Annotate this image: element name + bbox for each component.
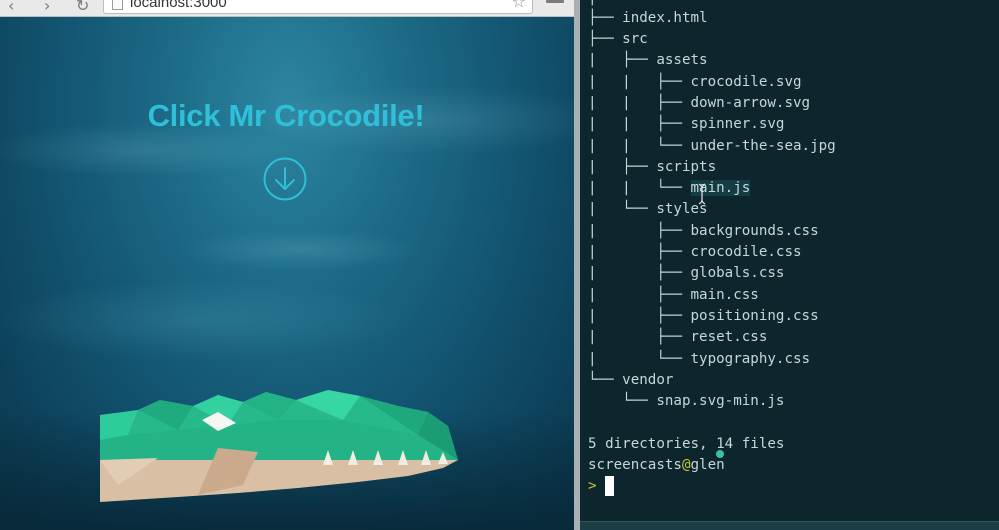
tree-line: | ├── scripts: [588, 159, 717, 175]
address-bar[interactable]: localhost:3000 ☆: [103, 0, 533, 14]
tree-line: ├── index.html: [588, 10, 708, 26]
address-bar-text[interactable]: localhost:3000: [130, 0, 227, 11]
tree-line: | ├── main.css: [588, 287, 759, 303]
bookmark-star-icon[interactable]: ☆: [512, 0, 526, 11]
tree-line: | └── styles: [588, 201, 708, 217]
tree-line: | ├── positioning.css: [588, 308, 819, 324]
tree-line: | | ├── down-arrow.svg: [588, 95, 811, 111]
prompt-symbol: >: [588, 478, 597, 494]
reload-icon[interactable]: ↻: [76, 0, 89, 15]
tree-line: | └── typography.css: [588, 351, 811, 367]
tree-line: | ├── reset.css: [588, 329, 768, 345]
tree-line: | ├── backgrounds.css: [588, 223, 819, 239]
tree-line: | ├── crocodile.css: [588, 244, 802, 260]
tree-line: ├── src: [588, 31, 648, 47]
page-icon: [112, 0, 123, 10]
back-arrow-icon[interactable]: ‹: [8, 0, 14, 15]
ibeam-cursor-icon: [698, 183, 706, 205]
browser-toolbar: ‹ › ↻ localhost:3000 ☆: [0, 0, 576, 17]
down-arrow-icon[interactable]: [263, 157, 307, 201]
tree-summary: 5 directories, 14 files: [588, 436, 785, 452]
page-headline: Click Mr Crocodile!: [147, 98, 425, 133]
tree-line: | | └── under-the-sea.jpg: [588, 138, 836, 154]
terminal-status-strip: [580, 521, 999, 530]
command-prompt[interactable]: >: [588, 476, 614, 497]
forward-arrow-icon[interactable]: ›: [44, 0, 50, 15]
tree-line: └── vendor: [588, 372, 674, 388]
tree-line: | | ├── spinner.svg: [588, 116, 785, 132]
tree-line: └── snap.svg-min.js: [588, 393, 785, 409]
browser-viewport: ‹ › ↻ localhost:3000 ☆ Click Mr Crocodil…: [0, 0, 576, 530]
terminal-window[interactable]: | ├── index.html ├── src | ├── assets | …: [580, 0, 999, 530]
browser-menu-icon[interactable]: [546, 0, 564, 3]
tree-line: | ├── globals.css: [588, 265, 785, 281]
tree-line: | ├── assets: [588, 52, 708, 68]
text-cursor: [604, 476, 614, 496]
mouse-pointer-icon: [716, 450, 724, 458]
prompt-user-host: screencasts@glen: [588, 457, 725, 473]
tree-line: | | ├── crocodile.svg: [588, 74, 802, 90]
crocodile-icon[interactable]: [98, 390, 466, 505]
tree-line: | | └── main.js: [588, 180, 751, 196]
